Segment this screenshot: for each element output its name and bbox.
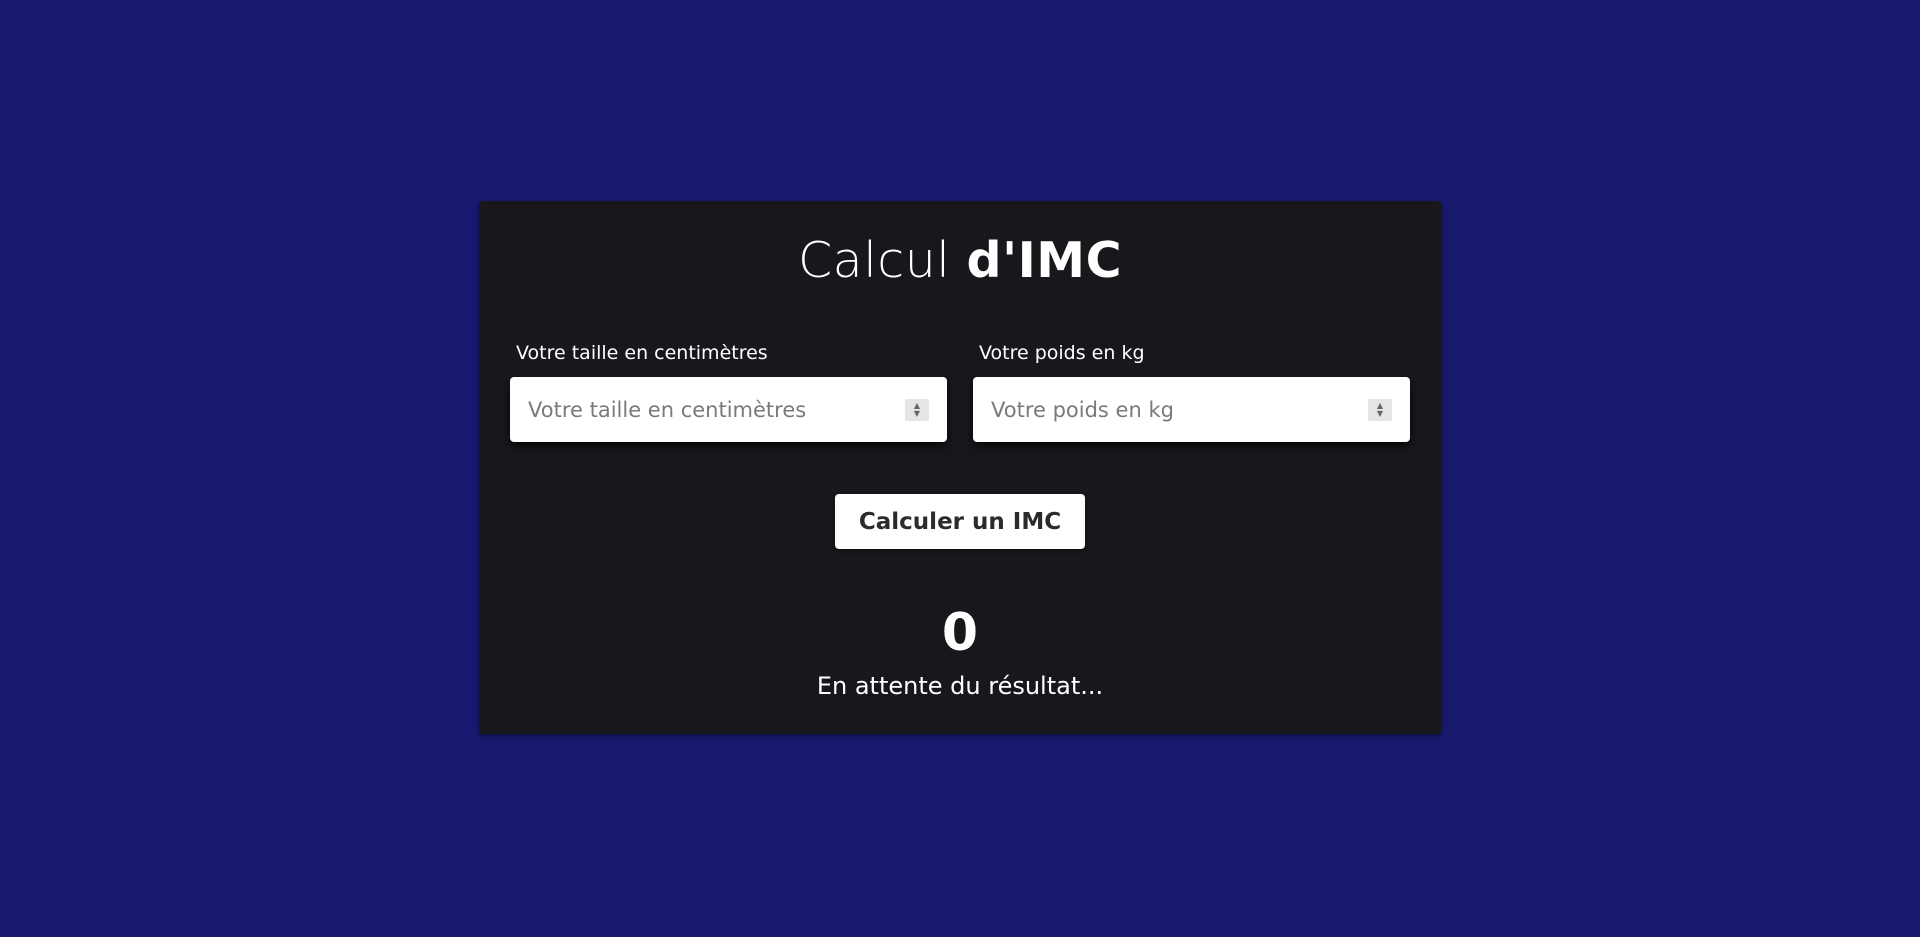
page-title: Calcul d'IMC <box>479 229 1441 293</box>
bmi-card: Calcul d'IMC Votre taille en centimètres… <box>479 201 1441 734</box>
height-input[interactable] <box>510 377 905 442</box>
title-light: Calcul <box>797 232 951 289</box>
chevron-down-icon[interactable]: ▼ <box>1377 409 1383 418</box>
weight-spinner[interactable]: ▲ ▼ <box>1368 398 1392 421</box>
weight-label: Votre poids en kg <box>979 342 1145 364</box>
height-input-box: ▲ ▼ <box>510 377 947 442</box>
height-label: Votre taille en centimètres <box>516 342 768 364</box>
title-bold: d'IMC <box>966 232 1123 289</box>
chevron-down-icon[interactable]: ▼ <box>914 409 920 418</box>
result-value: 0 <box>941 603 979 663</box>
weight-input[interactable] <box>973 377 1368 442</box>
weight-input-box: ▲ ▼ <box>973 377 1410 442</box>
calculate-button[interactable]: Calculer un IMC <box>835 494 1085 549</box>
result-status: En attente du résultat... <box>816 672 1104 700</box>
height-spinner[interactable]: ▲ ▼ <box>905 398 929 421</box>
